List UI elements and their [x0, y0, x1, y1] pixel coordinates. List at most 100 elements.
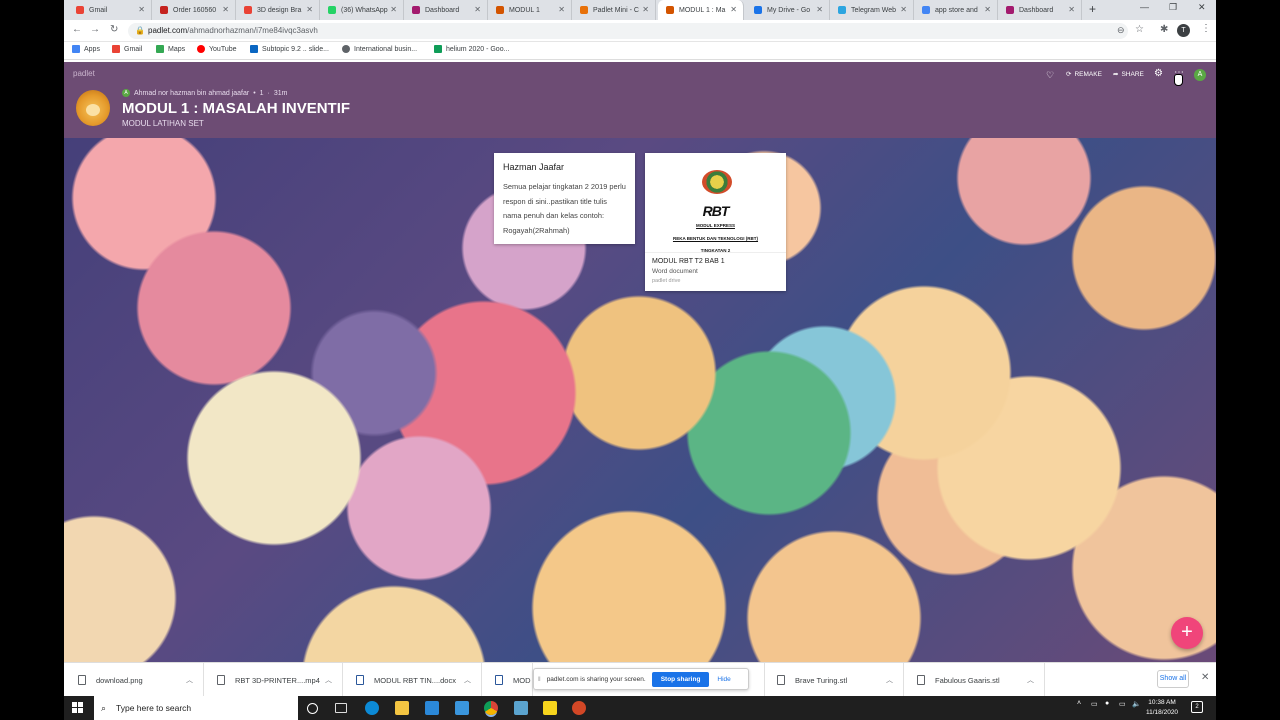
tab-active[interactable]: MODUL 1 : Ma ✕: [658, 0, 744, 20]
close-icon[interactable]: ✕: [306, 5, 313, 14]
bookmark-maps[interactable]: Maps: [156, 45, 185, 53]
chevron-up-icon[interactable]: ︿: [886, 675, 893, 685]
globe-icon: [342, 45, 350, 53]
window-close-icon[interactable]: ✕: [1198, 2, 1206, 13]
close-icon[interactable]: ✕: [642, 5, 649, 14]
tray-chevron-icon[interactable]: ˄: [1077, 700, 1081, 707]
lock-icon: 🔒: [135, 26, 145, 35]
cortana-icon[interactable]: [307, 703, 318, 714]
chevron-up-icon[interactable]: ︿: [325, 675, 332, 685]
user-avatar[interactable]: A: [1194, 69, 1206, 81]
store-icon[interactable]: [425, 701, 439, 715]
extensions-icon[interactable]: ✱: [1160, 24, 1168, 35]
heart-icon[interactable]: ♡: [1046, 70, 1054, 81]
close-icon[interactable]: ✕: [1068, 5, 1075, 14]
sticky-notes-icon[interactable]: [543, 701, 557, 715]
hide-button[interactable]: Hide: [717, 676, 730, 683]
download-item[interactable]: RBT 3D-PRINTER....mp4 ︿: [205, 663, 343, 697]
url-host: padlet.com: [148, 26, 188, 35]
close-icon[interactable]: ✕: [984, 5, 991, 14]
close-icon[interactable]: ✕: [390, 5, 397, 14]
microphone-icon[interactable]: ●: [1105, 700, 1109, 707]
close-icon[interactable]: ✕: [474, 5, 481, 14]
close-icon[interactable]: ✕: [222, 5, 229, 14]
tab[interactable]: MODUL 1 ✕: [488, 0, 572, 20]
new-tab-button[interactable]: +: [1089, 2, 1096, 16]
stop-sharing-button[interactable]: Stop sharing: [651, 671, 710, 687]
bookmark-international[interactable]: International busin...: [342, 45, 417, 53]
bookmark-apps[interactable]: Apps: [72, 45, 100, 53]
add-post-button[interactable]: +: [1171, 617, 1203, 649]
file-icon: [777, 675, 785, 685]
post-card[interactable]: Hazman Jaafar Semua pelajar tingkatan 2 …: [494, 153, 635, 244]
windows-start-icon[interactable]: [72, 702, 84, 714]
settings-gear-icon[interactable]: ⚙: [1154, 68, 1163, 79]
network-icon[interactable]: ▭: [1119, 700, 1126, 708]
reload-icon[interactable]: ↻: [110, 24, 118, 35]
tab[interactable]: My Drive - Go ✕: [746, 0, 830, 20]
bookmark-youtube[interactable]: YouTube: [197, 45, 237, 53]
download-item[interactable]: MOD: [483, 663, 533, 697]
drag-handle-icon[interactable]: ‖: [538, 676, 541, 683]
download-item[interactable]: Brave Turing.stl ︿: [764, 663, 904, 697]
tab[interactable]: Padlet Mini - C ✕: [572, 0, 656, 20]
generic-app-icon[interactable]: [514, 701, 528, 715]
tab[interactable]: app store and ✕: [914, 0, 998, 20]
close-icon[interactable]: ✕: [730, 5, 737, 14]
address-bar[interactable]: 🔒 padlet.com/ahmadnorhazman/i7me84ivqc3a…: [128, 23, 1128, 39]
task-view-icon[interactable]: [335, 703, 347, 713]
attachment-name: MODUL RBT T2 BAB 1: [652, 258, 725, 265]
powerpoint-icon[interactable]: [572, 701, 586, 715]
chevron-up-icon[interactable]: ︿: [186, 675, 193, 685]
close-icon[interactable]: ✕: [900, 5, 907, 14]
show-all-button[interactable]: Show all: [1157, 670, 1189, 688]
forward-icon[interactable]: →: [90, 24, 100, 35]
likes-count: 1: [259, 89, 264, 97]
tab[interactable]: Gmail ✕: [68, 0, 152, 20]
tab[interactable]: Dashboard ✕: [998, 0, 1082, 20]
notifications-icon[interactable]: 2: [1191, 701, 1203, 713]
author-name[interactable]: Ahmad nor hazman bin ahmad jaafar: [134, 90, 249, 97]
attachment-card[interactable]: RBT MODUL EXPRESS REKA BENTUK DAN TEKNOL…: [645, 153, 786, 291]
download-item[interactable]: Fabulous Gaaris.stl ︿: [905, 663, 1045, 697]
download-name: MODUL RBT TIN....docx: [374, 675, 456, 685]
share-button[interactable]: ➦ SHARE: [1113, 70, 1144, 79]
minimize-icon[interactable]: —: [1140, 2, 1149, 12]
linkedin-icon: [250, 45, 258, 53]
maximize-icon[interactable]: ❐: [1169, 2, 1177, 13]
tab[interactable]: Dashboard ✕: [404, 0, 488, 20]
chrome-icon[interactable]: [484, 701, 498, 715]
edge-icon[interactable]: [365, 701, 379, 715]
tab[interactable]: 3D design Bra ✕: [236, 0, 320, 20]
star-icon[interactable]: ☆: [1135, 24, 1144, 35]
close-icon[interactable]: ✕: [138, 5, 145, 14]
tab[interactable]: (36) WhatsApp ✕: [320, 0, 404, 20]
back-icon[interactable]: ←: [72, 24, 82, 35]
mail-icon[interactable]: [455, 701, 469, 715]
close-icon[interactable]: ✕: [1201, 672, 1209, 683]
volume-icon[interactable]: 🔈: [1132, 700, 1141, 708]
menu-icon[interactable]: ⋮: [1201, 23, 1211, 34]
bookmark-helium[interactable]: helium 2020 - Goo...: [434, 45, 509, 53]
chevron-up-icon[interactable]: ︿: [1027, 675, 1034, 685]
bookmark-gmail[interactable]: Gmail: [112, 45, 142, 53]
document-thumbnail[interactable]: RBT MODUL EXPRESS REKA BENTUK DAN TEKNOL…: [645, 153, 786, 253]
tab[interactable]: Telegram Web ✕: [830, 0, 914, 20]
padlet-logo[interactable]: padlet: [73, 69, 95, 78]
file-explorer-icon[interactable]: [395, 701, 409, 715]
download-item[interactable]: download.png ︿: [64, 663, 204, 697]
tab[interactable]: Order 160560 ✕: [152, 0, 236, 20]
chevron-up-icon[interactable]: ︿: [464, 675, 471, 685]
download-item[interactable]: MODUL RBT TIN....docx ︿: [344, 663, 482, 697]
zoom-icon[interactable]: ⊖: [1117, 25, 1125, 36]
close-icon[interactable]: ✕: [816, 5, 823, 14]
remake-button[interactable]: ⟳ REMAKE: [1066, 70, 1102, 79]
profile-avatar[interactable]: T: [1177, 24, 1190, 37]
system-clock[interactable]: 10:38 AM 11/18/2020: [1146, 698, 1178, 718]
bookmark-linkedin[interactable]: Subtopic 9.2 .. slide...: [250, 45, 329, 53]
network-device-icon[interactable]: ▭: [1091, 700, 1098, 708]
close-icon[interactable]: ✕: [558, 5, 565, 14]
taskbar-search[interactable]: ⌕ Type here to search: [94, 696, 298, 720]
browser-window: Gmail ✕ Order 160560 ✕ 3D design Bra ✕ (36)…: [64, 0, 1216, 662]
post-title: Hazman Jaafar: [503, 162, 565, 172]
